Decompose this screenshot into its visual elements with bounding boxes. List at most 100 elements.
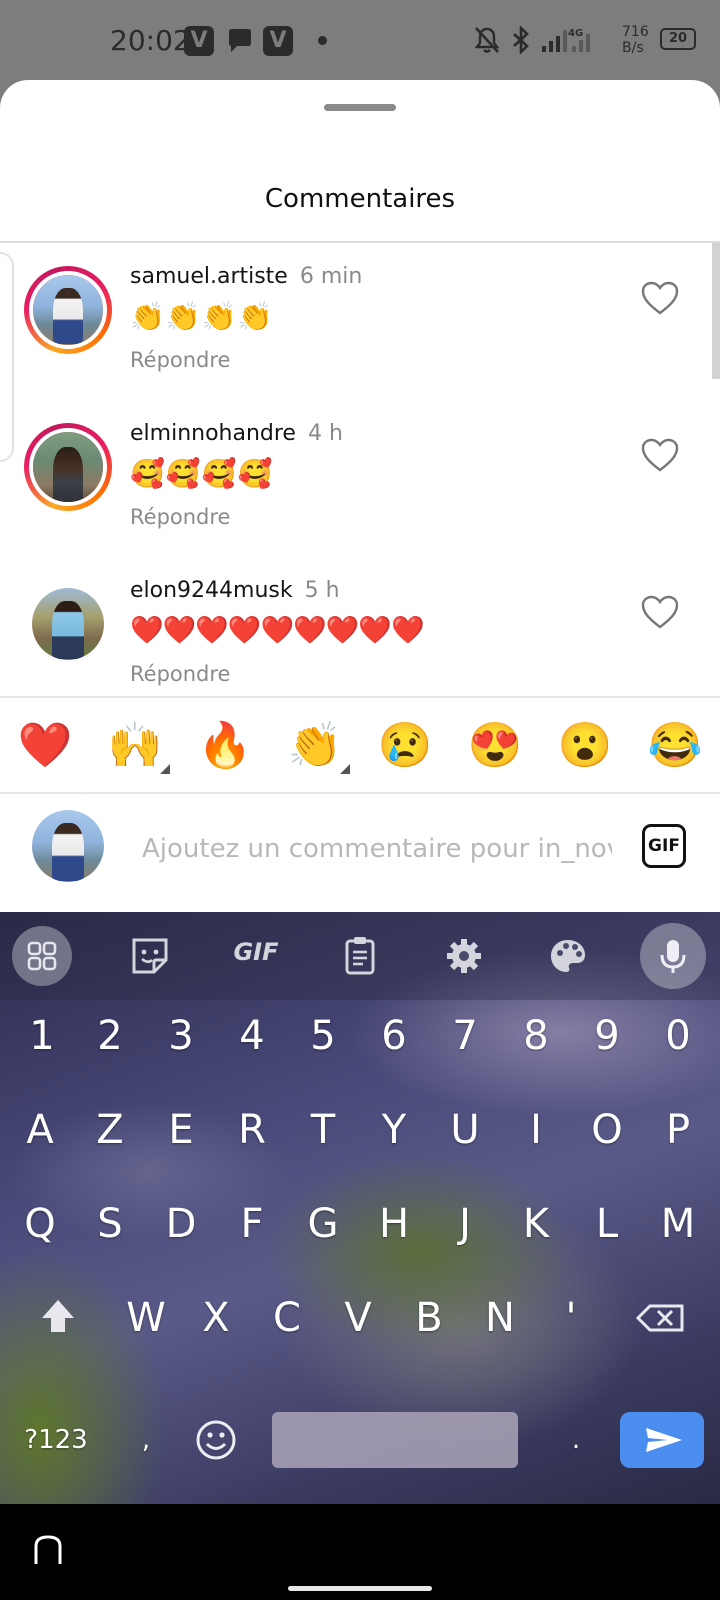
gif-button[interactable]: GIF (642, 824, 686, 868)
key-r[interactable]: R (222, 1090, 282, 1170)
gif-icon[interactable]: GIF (226, 938, 286, 966)
key-n[interactable]: N (470, 1278, 530, 1358)
story-ring[interactable] (24, 423, 112, 511)
send-key[interactable] (620, 1412, 704, 1468)
key-f[interactable]: F (222, 1184, 282, 1264)
comma-key[interactable]: , (116, 1400, 176, 1480)
key-p[interactable]: P (648, 1090, 708, 1170)
back-icon[interactable] (32, 1534, 64, 1566)
settings-icon[interactable] (434, 926, 494, 986)
key-d[interactable]: D (151, 1184, 211, 1264)
key-u[interactable]: U (435, 1090, 495, 1170)
key-t[interactable]: T (293, 1090, 353, 1170)
key-z[interactable]: Z (80, 1090, 140, 1170)
key-0[interactable]: 0 (648, 996, 708, 1076)
keyboard-toolbar: GIF (0, 912, 720, 1000)
key-l[interactable]: L (577, 1184, 637, 1264)
username-text[interactable]: samuel.artiste (130, 264, 288, 289)
battery-icon: 20 (660, 28, 696, 50)
comment-text: 👏👏👏👏 (130, 301, 274, 332)
key-c[interactable]: C (257, 1278, 317, 1358)
key-5[interactable]: 5 (293, 996, 353, 1076)
key-y[interactable]: Y (364, 1090, 424, 1170)
vivaldi-icon: V (184, 26, 214, 56)
notifications-off-icon (474, 27, 500, 53)
emoji-fire-button[interactable]: 🔥 (195, 716, 255, 776)
key-i[interactable]: I (506, 1090, 566, 1170)
key-j[interactable]: J (435, 1184, 495, 1264)
chat-icon (229, 29, 251, 52)
reply-button[interactable]: Répondre (130, 505, 230, 529)
key-apostrophe[interactable]: ' (541, 1278, 601, 1358)
emoji-raising-hands-button[interactable]: 🙌 (105, 716, 165, 776)
story-ring[interactable] (24, 266, 112, 354)
network-speed-value: 716 (622, 24, 649, 40)
emoji-surprised-button[interactable]: 😮 (555, 716, 615, 776)
key-m[interactable]: M (648, 1184, 708, 1264)
reply-button[interactable]: Répondre (130, 662, 230, 686)
apps-grid-icon[interactable] (12, 926, 72, 986)
key-8[interactable]: 8 (506, 996, 566, 1076)
shift-key[interactable] (28, 1278, 88, 1358)
comment-username[interactable]: samuel.artiste 6 min (130, 264, 362, 289)
comments-sheet: Commentaires samuel.artiste 6 min 👏👏👏👏 Ré… (0, 80, 720, 912)
key-1[interactable]: 1 (12, 996, 72, 1076)
network-type: 4G (568, 28, 583, 39)
key-v[interactable]: V (328, 1278, 388, 1358)
comment-username[interactable]: elminnohandre 4 h (130, 421, 343, 446)
heart-icon[interactable] (640, 437, 680, 473)
period-key[interactable]: . (546, 1400, 606, 1480)
key-s[interactable]: S (80, 1184, 140, 1264)
comment-username[interactable]: elon9244musk 5 h (130, 578, 340, 603)
emoji-laughing-button[interactable]: 😂 (645, 716, 705, 776)
key-w[interactable]: W (116, 1278, 176, 1358)
key-4[interactable]: 4 (222, 996, 282, 1076)
comment-item: samuel.artiste 6 min 👏👏👏👏 Répondre (0, 242, 700, 402)
emoji-key[interactable] (186, 1400, 246, 1480)
username-text[interactable]: elon9244musk (130, 578, 293, 603)
emoji-clapping-button[interactable]: 👏 (285, 716, 345, 776)
avatar[interactable] (29, 428, 107, 506)
comment-composer: GIF (0, 794, 720, 900)
network-speed-unit: B/s (622, 40, 644, 56)
space-key[interactable] (272, 1412, 518, 1468)
key-9[interactable]: 9 (577, 996, 637, 1076)
drag-handle[interactable] (324, 104, 396, 111)
key-b[interactable]: B (399, 1278, 459, 1358)
clipboard-icon[interactable] (330, 926, 390, 986)
key-a[interactable]: A (10, 1090, 70, 1170)
sticker-icon[interactable] (120, 926, 180, 986)
key-3[interactable]: 3 (151, 996, 211, 1076)
key-g[interactable]: G (293, 1184, 353, 1264)
avatar[interactable] (32, 588, 104, 660)
key-2[interactable]: 2 (80, 996, 140, 1076)
home-indicator[interactable] (288, 1586, 432, 1591)
keyboard: G I F 1 2 3 4 5 6 7 8 9 0 A Z E R T Y U I … (0, 912, 720, 1504)
microphone-icon[interactable] (640, 923, 706, 989)
heart-icon[interactable] (640, 280, 680, 316)
emoji-heart-button[interactable]: ❤️ (15, 716, 75, 776)
palette-icon[interactable] (538, 926, 598, 986)
backspace-key[interactable] (632, 1278, 692, 1358)
scrollbar[interactable] (712, 243, 720, 379)
username-text[interactable]: elminnohandre (130, 421, 296, 446)
key-x[interactable]: X (186, 1278, 246, 1358)
avatar[interactable] (29, 271, 107, 349)
send-icon (646, 1428, 682, 1452)
key-7[interactable]: 7 (435, 996, 495, 1076)
heart-icon[interactable] (640, 594, 680, 630)
key-k[interactable]: K (506, 1184, 566, 1264)
comment-input[interactable] (142, 828, 612, 870)
signal-icon: 4G (542, 28, 590, 52)
key-q[interactable]: Q (10, 1184, 70, 1264)
reply-button[interactable]: Répondre (130, 348, 230, 372)
vpn-icon: V (263, 26, 293, 56)
status-time: 20:02 (110, 24, 191, 57)
key-6[interactable]: 6 (364, 996, 424, 1076)
key-h[interactable]: H (364, 1184, 424, 1264)
emoji-crying-button[interactable]: 😢 (375, 716, 435, 776)
emoji-heart-eyes-button[interactable]: 😍 (465, 716, 525, 776)
key-e[interactable]: E (151, 1090, 211, 1170)
symbols-key[interactable]: ?123 (20, 1400, 92, 1480)
key-o[interactable]: O (577, 1090, 637, 1170)
